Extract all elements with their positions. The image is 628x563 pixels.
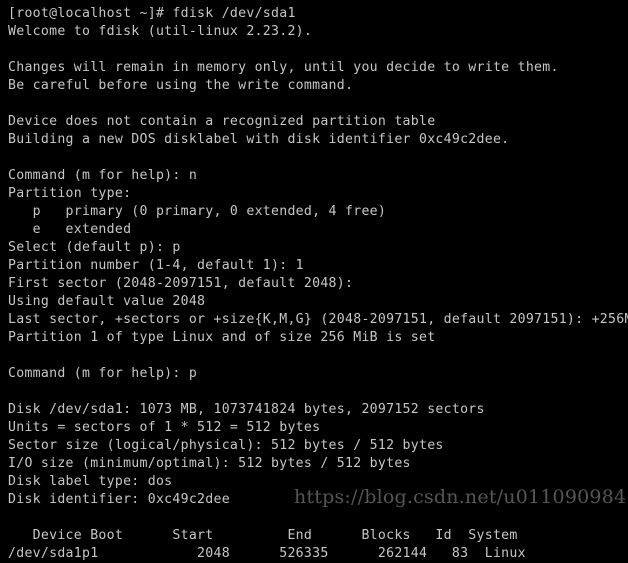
terminal-line: Device does not contain a recognized par… xyxy=(8,114,436,129)
terminal-line: Using default value 2048 xyxy=(8,294,206,309)
terminal-line: Partition 1 of type Linux and of size 25… xyxy=(8,330,436,345)
terminal-line: Disk label type: dos xyxy=(8,474,173,489)
terminal-line: e extended xyxy=(8,222,132,237)
terminal-line: Changes will remain in memory only, unti… xyxy=(8,60,559,75)
terminal-line: Disk identifier: 0xc49c2dee xyxy=(8,492,230,507)
terminal-line: Partition type: xyxy=(8,186,132,201)
terminal-line: Units = sectors of 1 * 512 = 512 bytes xyxy=(8,420,321,435)
terminal-line: I/O size (minimum/optimal): 512 bytes / … xyxy=(8,456,411,471)
terminal-line: Building a new DOS disklabel with disk i… xyxy=(8,132,510,147)
terminal-line: Welcome to fdisk (util-linux 2.23.2). xyxy=(8,24,313,39)
terminal-line: Command (m for help): p xyxy=(8,366,198,381)
terminal-output: [root@localhost ~]# fdisk /dev/sda1 Welco… xyxy=(8,5,628,563)
terminal-screen[interactable]: [root@localhost ~]# fdisk /dev/sda1 Welco… xyxy=(0,0,628,561)
terminal-line: First sector (2048-2097151, default 2048… xyxy=(8,276,354,291)
terminal-line: Be careful before using the write comman… xyxy=(8,78,354,93)
terminal-line: Last sector, +sectors or +size{K,M,G} (2… xyxy=(8,312,628,327)
terminal-line: Device Boot Start End Blocks Id System xyxy=(8,528,518,543)
terminal-line: Partition number (1-4, default 1): 1 xyxy=(8,258,304,273)
terminal-line: Command (m for help): n xyxy=(8,168,198,183)
terminal-line: Disk /dev/sda1: 1073 MB, 1073741824 byte… xyxy=(8,402,485,417)
terminal-line: Sector size (logical/physical): 512 byte… xyxy=(8,438,444,453)
terminal-line: [root@localhost ~]# fdisk /dev/sda1 xyxy=(8,6,296,21)
terminal-line: p primary (0 primary, 0 extended, 4 free… xyxy=(8,204,387,219)
terminal-line: Select (default p): p xyxy=(8,240,181,255)
terminal-line: /dev/sda1p1 2048 526335 262144 83 Linux xyxy=(8,546,526,561)
